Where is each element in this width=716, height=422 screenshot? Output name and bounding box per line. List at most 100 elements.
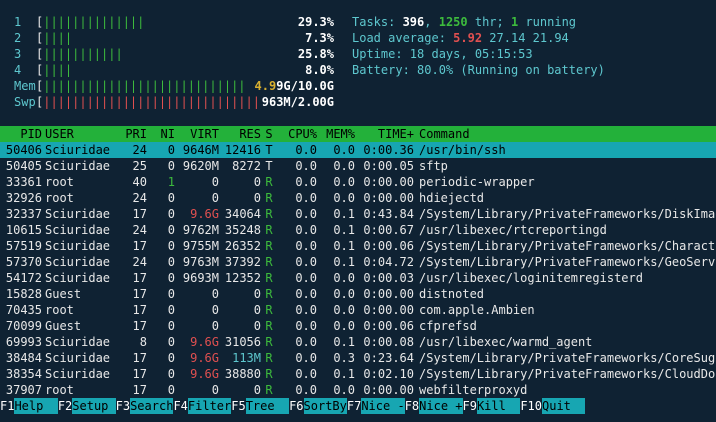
cell-pid: 70099	[5, 319, 42, 333]
cell-ni: 0	[167, 143, 175, 157]
fkey-label[interactable]: Quit	[542, 398, 586, 414]
col-mem[interactable]: MEM%	[317, 126, 355, 142]
col-res[interactable]: RES	[219, 126, 261, 142]
cell-user: Sciuridae	[45, 335, 111, 349]
cell-pri: 17	[132, 383, 147, 397]
cell-ni: 0	[167, 303, 175, 317]
cpu-label: 1	[14, 15, 22, 29]
cell-cpu: 0.0	[295, 191, 317, 205]
cell-cmd: cfprefsd	[419, 319, 477, 333]
mem-value-num: 4.9	[254, 79, 277, 93]
cell-time: 0:00.00	[363, 191, 414, 205]
info-panel: Tasks: 396, 1250 thr; 1 running Load ave…	[352, 14, 605, 78]
col-ni[interactable]: NI	[147, 126, 175, 142]
table-row[interactable]: 38354 Sciuridae 17 0 9.6G 38880 R 0.0 0.1 0:02.10…	[0, 366, 716, 382]
fkey-f3[interactable]: F3	[116, 398, 130, 414]
cell-time: 0:43.84	[363, 207, 414, 221]
cell-virt: 9762M	[182, 223, 219, 237]
fkey-f1[interactable]: F1	[0, 398, 14, 414]
fkey-label[interactable]: Tree	[245, 398, 290, 414]
cell-time: 0:00.36	[363, 143, 414, 157]
cell-s: R	[265, 191, 273, 205]
col-pid[interactable]: PID	[0, 126, 42, 142]
table-row[interactable]: 37907 root 17 0 0 0 R 0.0 0.0 0:00.00 webfilterpro…	[0, 382, 716, 398]
cell-res: 35248	[224, 223, 261, 237]
fkey-label[interactable]: Kill	[476, 398, 521, 414]
fkey-label[interactable]: Search	[130, 398, 174, 414]
cell-time: 0:00.08	[363, 335, 414, 349]
cell-user: Sciuridae	[45, 207, 111, 221]
cell-res: 12416	[224, 143, 261, 157]
col-time[interactable]: TIME+	[355, 126, 414, 142]
uptime-label: Uptime:	[352, 47, 410, 61]
mem-value-rest: 9G/10.0G	[276, 79, 334, 93]
cell-mem: 0.0	[333, 319, 355, 333]
cell-time: 0:00.00	[363, 287, 414, 301]
cell-cpu: 0.0	[295, 303, 317, 317]
table-row[interactable]: 70099 Guest 17 0 0 0 R 0.0 0.0 0:00.06 cfprefsd	[0, 318, 716, 334]
fkey-f7[interactable]: F7	[347, 398, 361, 414]
cell-pid: 37907	[5, 383, 42, 397]
cpu-label: 2	[14, 31, 22, 45]
load-5: 27.14	[489, 31, 526, 45]
table-row[interactable]: 32337 Sciuridae 17 0 9.6G 34064 R 0.0 0.1 0:43.84…	[0, 206, 716, 222]
col-virt[interactable]: VIRT	[175, 126, 219, 142]
table-row[interactable]: 38484 Sciuridae 17 0 9.6G 113M R 0.0 0.3 0:23.64 /…	[0, 350, 716, 366]
cell-ni: 0	[167, 367, 175, 381]
table-row[interactable]: 54172 Sciuridae 17 0 9693M 12352 R 0.0 0.0 0:00.0…	[0, 270, 716, 286]
table-row[interactable]: 50405 Sciuridae 25 0 9620M 8272 T 0.0 0.0 0:00.05…	[0, 158, 716, 174]
cell-res: 26352	[224, 239, 261, 253]
fkey-f9[interactable]: F9	[463, 398, 477, 414]
fkey-f4[interactable]: F4	[173, 398, 187, 414]
cell-mem: 0.0	[333, 287, 355, 301]
fkey-label[interactable]: Nice +	[419, 398, 463, 414]
cell-time: 0:00.06	[363, 239, 414, 253]
fkey-f8[interactable]: F8	[405, 398, 419, 414]
col-state[interactable]: S	[261, 126, 277, 142]
cell-pri: 24	[132, 223, 147, 237]
cell-cmd: distnoted	[419, 287, 485, 301]
cell-cmd: periodic-wrapper	[419, 175, 535, 189]
col-command[interactable]: Command	[414, 126, 716, 142]
cell-pri: 17	[132, 351, 147, 365]
col-pri[interactable]: PRI	[125, 126, 147, 142]
cell-ni: 0	[167, 239, 175, 253]
mem-bars: ||||||||||||||||||||||||||||	[43, 79, 246, 93]
cell-user: Sciuridae	[45, 367, 111, 381]
col-cpu[interactable]: CPU%	[277, 126, 317, 142]
cell-mem: 0.1	[333, 335, 355, 349]
cell-ni: 0	[167, 319, 175, 333]
fkey-f5[interactable]: F5	[231, 398, 245, 414]
cpu-bars: ||||	[43, 31, 73, 45]
cell-virt: 9.6G	[190, 367, 219, 381]
table-row[interactable]: 57519 Sciuridae 17 0 9755M 26352 R 0.0 0.1 0:00.0…	[0, 238, 716, 254]
fkey-f6[interactable]: F6	[289, 398, 303, 414]
table-row[interactable]: 33361 root 40 1 0 0 R 0.0 0.0 0:00.00 periodic-wra…	[0, 174, 716, 190]
table-row[interactable]: 10615 Sciuridae 24 0 9762M 35248 R 0.0 0.1 0:00.6…	[0, 222, 716, 238]
col-user[interactable]: USER	[42, 126, 125, 142]
fkey-label[interactable]: SortBy	[303, 398, 347, 414]
fkey-f2[interactable]: F2	[58, 398, 72, 414]
cell-cmd: /usr/libexec/rtcreportingd	[419, 223, 607, 237]
cell-user: Sciuridae	[45, 351, 111, 365]
cell-s: R	[265, 207, 273, 221]
fkey-label[interactable]: Setup	[72, 398, 116, 414]
mem-label: Mem	[14, 79, 36, 93]
fkey-label[interactable]: Help	[14, 398, 58, 414]
table-row[interactable]: 32926 root 24 0 0 0 R 0.0 0.0 0:00.00 hdiejectd	[0, 190, 716, 206]
cpu-value: 7.3%	[305, 31, 334, 45]
table-row[interactable]: 57370 Sciuridae 24 0 9763M 37392 R 0.0 0.1 0:04.7…	[0, 254, 716, 270]
battery-line: Battery: 80.0% (Running on battery)	[352, 62, 605, 78]
fkey-label[interactable]: Filter	[187, 398, 232, 414]
cpu-value: 25.8%	[297, 47, 334, 61]
fkey-f10[interactable]: F10	[520, 398, 542, 414]
cell-user: Guest	[45, 287, 82, 301]
load-label: Load average:	[352, 31, 454, 45]
tasks-line: Tasks: 396, 1250 thr; 1 running	[352, 15, 577, 29]
table-row[interactable]: 15828 Guest 17 0 0 0 R 0.0 0.0 0:00.00 distnoted	[0, 286, 716, 302]
fkey-label[interactable]: Nice -	[361, 398, 405, 414]
cell-mem: 0.1	[333, 255, 355, 269]
table-row[interactable]: 69993 Sciuridae 8 0 9.6G 31056 R 0.0 0.1 0:00.08 /…	[0, 334, 716, 350]
table-row[interactable]: 50406 Sciuridae 24 0 9646M 12416 T 0.0 0.0 0:00.3…	[0, 142, 716, 158]
table-row[interactable]: 70435 root 17 0 0 0 R 0.0 0.0 0:00.00 com.apple.Am…	[0, 302, 716, 318]
